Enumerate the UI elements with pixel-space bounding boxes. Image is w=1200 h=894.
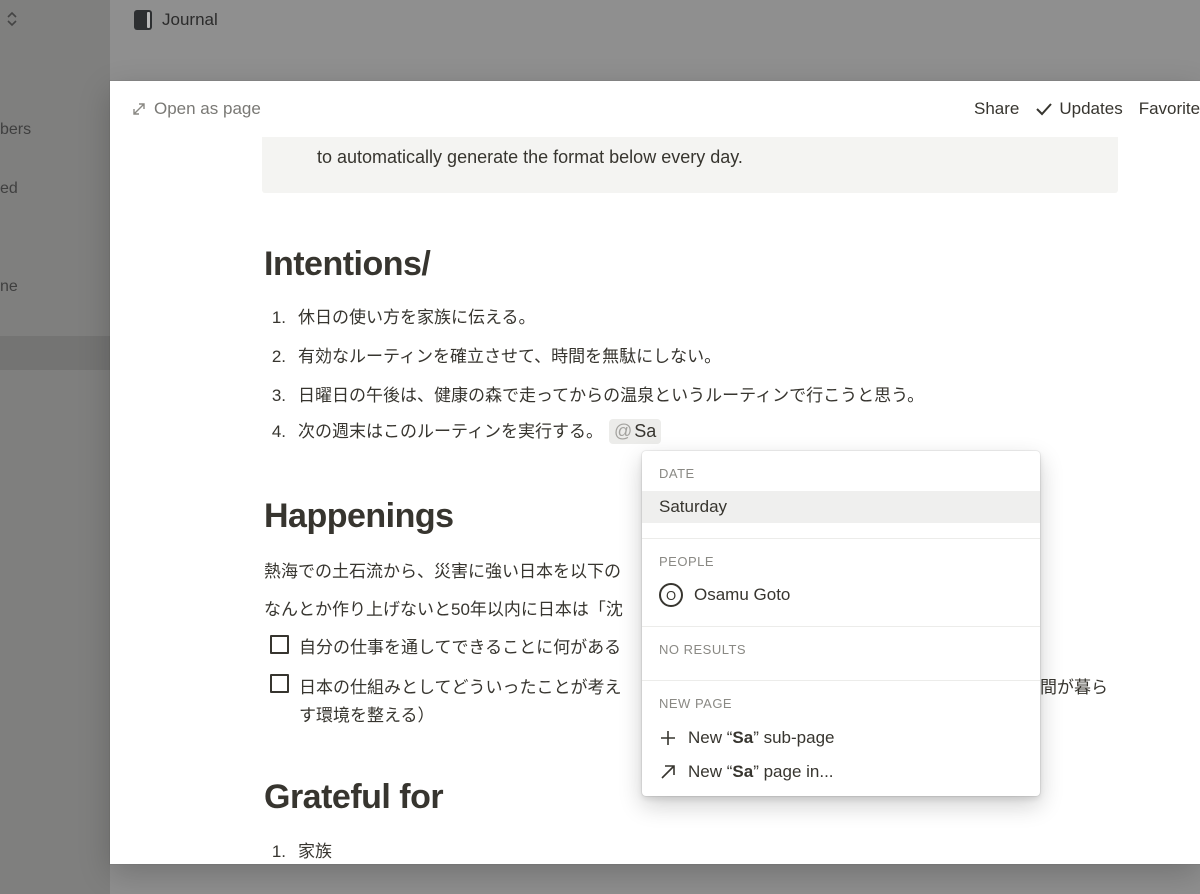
modal-actions: Share Updates Favorite: [974, 99, 1200, 119]
arrow-up-right-icon: [661, 765, 675, 779]
updates-button[interactable]: Updates: [1035, 99, 1123, 119]
list-number: 3.: [271, 386, 286, 405]
list-number: 4.: [271, 422, 286, 441]
heading-intentions[interactable]: Intentions/: [264, 245, 431, 284]
section-title-date: DATE: [659, 466, 695, 481]
heading-grateful-for[interactable]: Grateful for: [264, 778, 444, 817]
sidebar: bers ed ne: [0, 0, 110, 894]
sidebar-item-home[interactable]: ne: [0, 278, 18, 296]
list-text: 次の週末はこのルーティンを実行する。: [298, 422, 603, 441]
divider: [642, 538, 1040, 539]
list-text: 日曜日の午後は、健康の森で走ってからの温泉というルーティンで行こうと思う。: [298, 386, 925, 405]
person-name: Osamu Goto: [694, 585, 791, 604]
chevron-up-down-icon[interactable]: [6, 10, 18, 28]
list-item[interactable]: 1. 家族: [264, 837, 332, 862]
list-item[interactable]: 2. 有効なルーティンを確立させて、時間を無駄にしない。: [264, 342, 721, 367]
todo-checkbox[interactable]: [270, 674, 289, 693]
callout-text: to automatically generate the format bel…: [317, 147, 743, 167]
expand-icon: [133, 103, 145, 115]
list-item[interactable]: 4. 次の週末はこのルーティンを実行する。 @ Sa: [264, 417, 662, 444]
share-button[interactable]: Share: [974, 99, 1019, 119]
mention-dropdown: DATE Saturday PEOPLE O Osamu Goto NO RES…: [642, 451, 1040, 796]
at-symbol: @: [613, 421, 633, 441]
breadcrumb[interactable]: Journal: [134, 10, 218, 30]
new-sub-page-option[interactable]: New “Sa” sub-page: [642, 722, 1040, 754]
new-page-in-label: New “Sa” page in...: [688, 762, 834, 781]
sidebar-item-members[interactable]: bers: [0, 121, 31, 139]
modal-header: Open as page Share Updates Favorite: [110, 81, 1200, 137]
new-sub-page-label: New “Sa” sub-page: [688, 728, 835, 747]
person-option[interactable]: O Osamu Goto: [642, 579, 1040, 611]
no-results-label: NO RESULTS: [659, 642, 747, 657]
section-title-people: PEOPLE: [659, 554, 715, 569]
list-number: 1.: [271, 308, 286, 327]
date-option-saturday[interactable]: Saturday: [642, 491, 1040, 523]
new-page-in-option[interactable]: New “Sa” page in...: [642, 756, 1040, 788]
list-item[interactable]: 1. 休日の使い方を家族に伝える。: [264, 303, 536, 328]
breadcrumb-title: Journal: [162, 10, 218, 29]
paragraph[interactable]: 熱海での土石流から、災害に強い日本を以下の: [264, 557, 621, 582]
list-number: 2.: [271, 347, 286, 366]
date-option-label: Saturday: [659, 497, 728, 516]
todo-text-overflow: 間が暮ら: [1040, 678, 1108, 697]
top-bar: [110, 0, 1200, 80]
paragraph[interactable]: なんとか作り上げないと50年以内に日本は「沈: [264, 595, 623, 620]
todo-text-line2: す環境を整える）: [299, 706, 435, 725]
todo-text[interactable]: 日本の仕組みとしてどういったことが考え: [299, 673, 622, 698]
divider: [642, 626, 1040, 627]
book-icon: [134, 10, 152, 30]
mention-input[interactable]: @ Sa: [608, 419, 662, 444]
mention-query: Sa: [634, 421, 657, 441]
heading-happenings[interactable]: Happenings: [264, 497, 454, 536]
favorite-button[interactable]: Favorite: [1139, 99, 1200, 119]
list-item[interactable]: 3. 日曜日の午後は、健康の森で走ってからの温泉というルーティンで行こうと思う。: [264, 381, 924, 406]
divider: [642, 680, 1040, 681]
list-text: 有効なルーティンを確立させて、時間を無駄にしない。: [298, 347, 722, 366]
updates-label: Updates: [1059, 99, 1123, 118]
section-title-new-page: NEW PAGE: [659, 696, 733, 711]
open-as-page-label: Open as page: [154, 99, 261, 118]
open-as-page-button[interactable]: Open as page: [132, 99, 261, 119]
list-text: 家族: [298, 842, 332, 861]
avatar: O: [659, 583, 683, 607]
check-icon: [1036, 103, 1053, 116]
sidebar-item-selected[interactable]: [0, 336, 110, 370]
list-text: 休日の使い方を家族に伝える。: [298, 308, 536, 327]
list-number: 1.: [271, 842, 286, 861]
plus-icon: [661, 731, 675, 745]
sidebar-item-shared[interactable]: ed: [0, 180, 18, 198]
todo-text[interactable]: 自分の仕事を通してできることに何がある: [299, 633, 621, 658]
todo-checkbox[interactable]: [270, 635, 289, 654]
